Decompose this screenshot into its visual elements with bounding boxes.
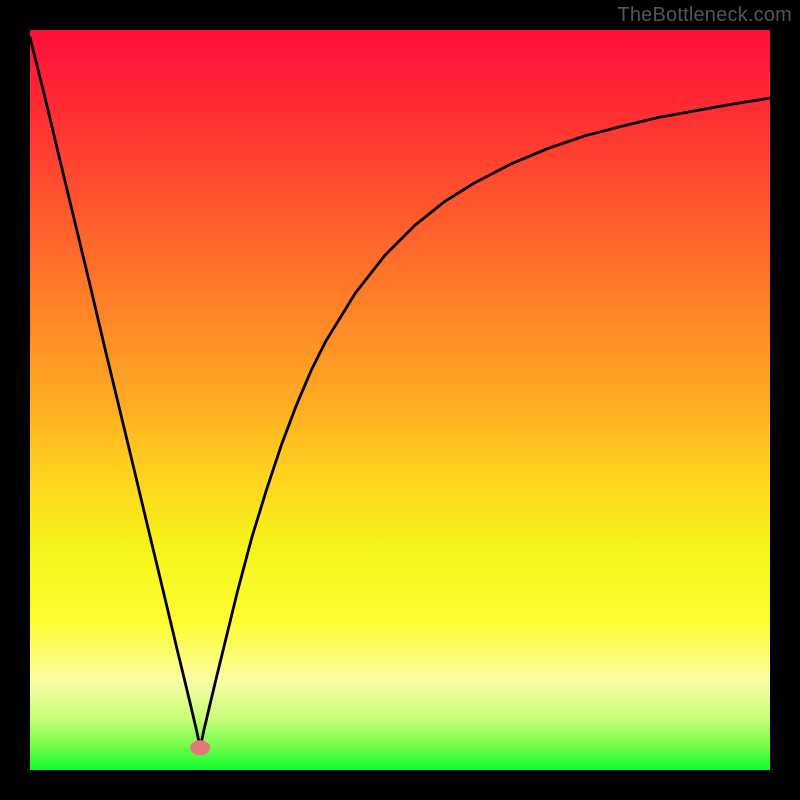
plot-area [30,30,770,770]
min-marker [190,740,210,755]
chart-background [30,30,770,770]
chart-frame: TheBottleneck.com [0,0,800,800]
chart-svg [30,30,770,770]
watermark-text: TheBottleneck.com [617,4,792,27]
